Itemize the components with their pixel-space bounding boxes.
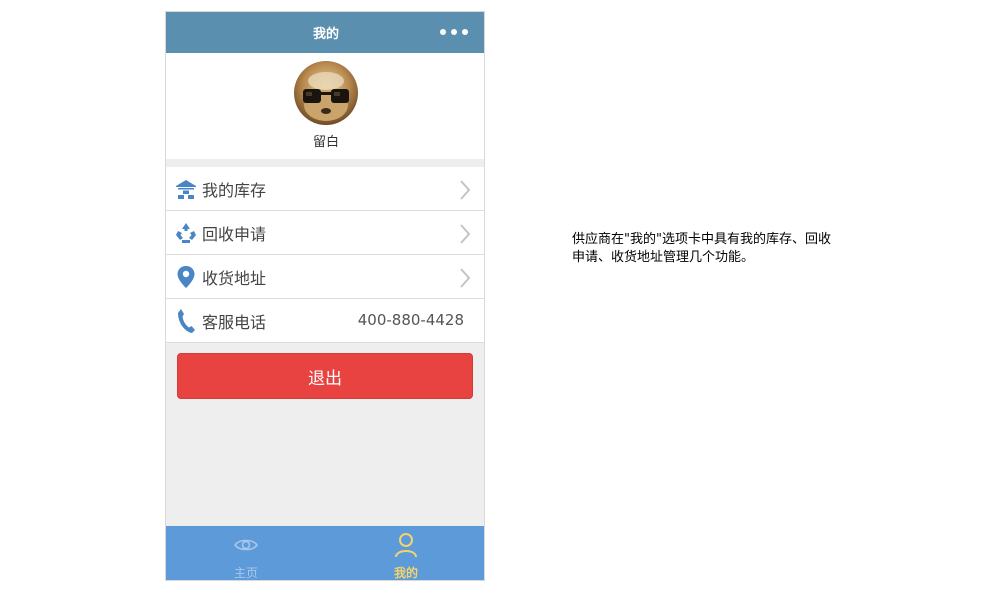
- menu-item-label: 收货地址: [202, 268, 267, 288]
- menu-item-label: 回收申请: [202, 224, 267, 244]
- tab-label: 主页: [233, 566, 258, 580]
- menu-item-service-phone[interactable]: 客服电话 400-880-4428: [166, 299, 484, 343]
- tab-home[interactable]: 主页: [166, 526, 326, 580]
- logout-button[interactable]: 退出: [177, 353, 473, 399]
- warehouse-icon: [174, 177, 198, 201]
- tab-mine[interactable]: 我的: [326, 526, 484, 580]
- more-dot-icon: [440, 29, 446, 35]
- phone-icon: [174, 308, 198, 333]
- user-icon: [394, 532, 418, 558]
- service-phone-number[interactable]: 400-880-4428: [358, 311, 464, 329]
- more-dot-icon: [462, 29, 468, 35]
- annotation-note: 供应商在"我的"选项卡中具有我的库存、回收申请、收货地址管理几个功能。: [572, 232, 831, 265]
- chevron-right-icon: [460, 224, 471, 248]
- nickname: 留白: [312, 135, 339, 150]
- menu-item-address[interactable]: 收货地址: [166, 255, 484, 299]
- menu-item-label: 客服电话: [202, 312, 267, 332]
- location-pin-icon: [174, 265, 198, 289]
- profile-section: 留白: [166, 53, 484, 159]
- eye-icon: [234, 532, 258, 558]
- menu-item-label: 我的库存: [202, 180, 267, 200]
- more-dot-icon: [451, 29, 457, 35]
- chevron-right-icon: [460, 268, 471, 292]
- menu-item-recycle[interactable]: 回收申请: [166, 211, 484, 255]
- tab-bar: 主页 我的: [166, 526, 484, 580]
- more-menu-button[interactable]: [440, 25, 468, 39]
- tab-label: 我的: [393, 566, 418, 580]
- menu-list: 我的库存 回收申请 收货地址 客服电话 400-880-4428: [166, 167, 484, 343]
- chevron-right-icon: [460, 180, 471, 204]
- recycle-icon: [174, 221, 198, 245]
- menu-item-inventory[interactable]: 我的库存: [166, 167, 484, 211]
- phone-screen: 我的 留白 我的库存 回收申请 收货地址 客服电话 400-880-4428 退…: [165, 11, 485, 581]
- page-title: 我的: [312, 27, 339, 42]
- avatar[interactable]: [294, 61, 358, 125]
- title-bar: 我的: [166, 12, 484, 53]
